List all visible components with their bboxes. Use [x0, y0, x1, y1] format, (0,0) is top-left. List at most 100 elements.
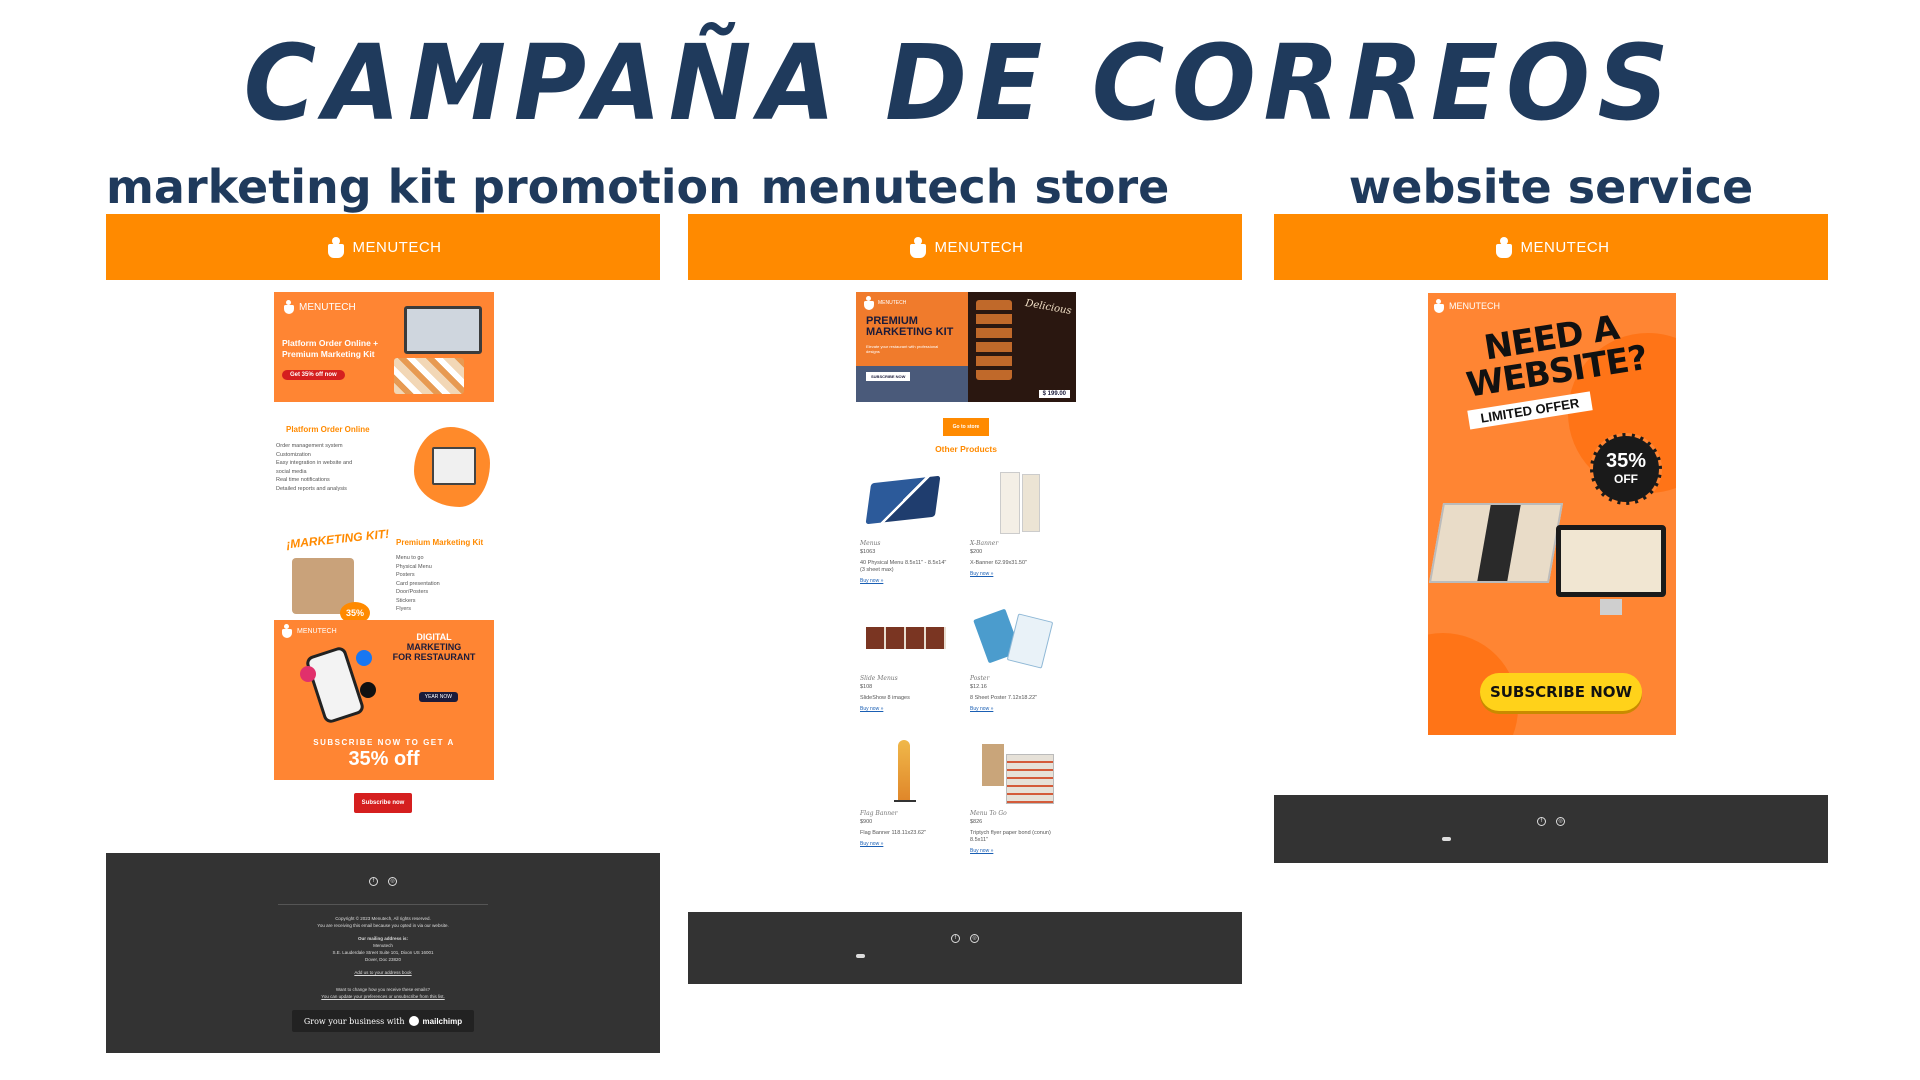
section-heading: Premium Marketing Kit: [396, 538, 484, 547]
product-image: [860, 740, 950, 804]
laptop-image: [404, 306, 482, 354]
product-desc: 8 Sheet Poster 7.12x18.22": [970, 695, 1038, 701]
buy-now-link[interactable]: Buy now »: [860, 706, 950, 712]
monitor-image: [1556, 525, 1666, 597]
list-item: Menu to go: [396, 555, 424, 561]
product-desc: 40 Physical Menu 8.5x11" - 8.5x14" (3 sh…: [860, 560, 947, 573]
year-now-button[interactable]: YEAR NOW: [418, 692, 458, 702]
product-name: Slide Menus: [860, 675, 898, 682]
instagram-icon[interactable]: ◎: [1556, 817, 1565, 826]
get-discount-button[interactable]: Get 35% off now: [282, 370, 345, 380]
banner-brand: MENUTECH: [862, 296, 906, 310]
marketing-kit-section: ¡MARKETING KIT! 35% Premium Marketing Ki…: [276, 527, 496, 630]
subscribe-now-button[interactable]: SUBSCRIBE NOW: [1480, 673, 1642, 711]
buy-now-link[interactable]: Buy now »: [860, 841, 950, 847]
discount-badge: 35% OFF: [1590, 433, 1662, 505]
list-item: Physical Menu: [396, 563, 432, 570]
product-price: $200: [970, 549, 983, 555]
premium-kit-banner: MENUTECH PREMIUM MARKETING KIT Elevate y…: [856, 292, 1076, 402]
product-image: [860, 605, 950, 669]
social-links: f ◎: [106, 853, 660, 886]
menutech-logo-icon: [907, 236, 929, 258]
facebook-icon[interactable]: f: [369, 877, 378, 886]
product-desc: SlideShow 8 images: [860, 695, 910, 701]
price-tag: $ 199.00: [1038, 390, 1070, 398]
update-preferences-link[interactable]: You can update your preferences or unsub…: [106, 993, 660, 1000]
buy-now-link[interactable]: Buy now »: [970, 706, 1060, 712]
product-price: $1063: [860, 549, 876, 555]
facebook-icon[interactable]: f: [1537, 817, 1546, 826]
subscribe-now-button[interactable]: SUBSCRIBE NOW: [866, 372, 911, 381]
product-card: Poster $12.16 8 Sheet Poster 7.12x18.22"…: [970, 605, 1060, 712]
email-footer: f ◎: [1274, 795, 1828, 863]
buy-now-link[interactable]: Buy now »: [970, 848, 1060, 854]
instagram-icon[interactable]: ◎: [970, 934, 979, 943]
brand-name: MENUTECH: [934, 238, 1024, 256]
product-image: [970, 605, 1060, 669]
premium-subtitle: Elevate your restaurant with professiona…: [866, 344, 939, 354]
product-price: $900: [860, 819, 873, 825]
email-marketing-kit: marketing kit promotion MENUTECH MENUTEC…: [106, 160, 741, 1053]
product-card: Menus $1063 40 Physical Menu 8.5x11" - 8…: [860, 470, 950, 584]
page-title: CAMPAÑA DE CORREOS: [243, 22, 1677, 144]
website-offer-poster: MENUTECH NEED A WEBSITE? LIMITED OFFER 3…: [1428, 293, 1676, 735]
other-products-heading: Other Products: [935, 444, 997, 454]
instagram-icon[interactable]: ◎: [388, 877, 397, 886]
product-desc: Flag Banner 118.11x23.62": [860, 830, 926, 836]
menutech-logo-icon: [282, 300, 296, 314]
hero-banner: MENUTECH Platform Order Online + Premium…: [274, 292, 494, 402]
email-footer: f ◎: [688, 912, 1242, 984]
buy-now-link[interactable]: Buy now »: [860, 578, 950, 584]
brand-header: MENUTECH: [1274, 214, 1828, 280]
facebook-icon: [356, 650, 372, 666]
column-title: marketing kit promotion: [106, 160, 741, 214]
email-menutech-store: menutech store MENUTECH MENUTECH PREMIUM…: [688, 160, 1242, 984]
product-price: $12.16: [970, 684, 987, 690]
subscribe-button[interactable]: Subscribe now: [354, 793, 412, 813]
laptop-splash-image: [414, 427, 490, 507]
footer-legal: Copyright © 2023 Menutech, All rights re…: [106, 915, 660, 1000]
menutech-logo-icon: [862, 296, 876, 310]
premium-title: PREMIUM MARKETING KIT: [866, 315, 954, 338]
column-title: website service: [1348, 160, 1754, 214]
digital-title: DIGITAL MARKETING FOR RESTAURANT: [392, 632, 476, 662]
product-name: X-Banner: [970, 540, 999, 547]
facebook-icon[interactable]: f: [951, 934, 960, 943]
menutech-logo-icon: [1493, 236, 1515, 258]
add-address-book-link[interactable]: Add us to your address book: [106, 969, 660, 976]
product-name: Flag Banner: [860, 810, 898, 817]
mailchimp-icon: [408, 1016, 419, 1026]
list-item: Door/Posters: [396, 589, 429, 595]
subscribe-tagline: SUBSCRIBE NOW TO GET A: [313, 738, 455, 747]
digital-marketing-banner: MENUTECH DIGITAL MARKETING FOR RESTAURAN…: [274, 620, 494, 780]
menu-laptop-image: [1428, 503, 1564, 583]
go-to-store-button[interactable]: Go to store: [943, 418, 989, 436]
banner-brand: MENUTECH: [280, 624, 337, 638]
buy-now-link[interactable]: Buy now »: [970, 571, 1060, 577]
email-footer: f ◎ Copyright © 2023 Menutech, All right…: [106, 853, 660, 1053]
email-website-service: website service MENUTECH MENUTECH NEED A…: [1274, 160, 1828, 863]
footer-small-button[interactable]: [1442, 837, 1451, 841]
brand-name: MENUTECH: [352, 238, 442, 256]
menutech-logo-icon: [325, 236, 347, 258]
product-desc: Triptych flyer paper bond (conun) 8.5x11…: [970, 830, 1051, 843]
product-image: [970, 740, 1060, 804]
tiktok-icon: [360, 682, 376, 698]
list-item: Stickers: [396, 597, 416, 604]
footer-small-button[interactable]: [856, 954, 865, 958]
marketing-materials-image: [394, 358, 464, 394]
product-image: [860, 470, 950, 534]
social-links: f ◎: [1274, 795, 1828, 826]
mailchimp-referral-button[interactable]: Grow your business with mailchimp: [291, 1010, 475, 1032]
product-card: Menu To Go $826 Triptych flyer paper bon…: [970, 740, 1060, 854]
menutech-logo-icon: [1432, 299, 1446, 313]
hero-headline: Platform Order Online + Premium Marketin…: [282, 338, 379, 359]
product-desc: X-Banner 62.99x31.50": [970, 560, 1027, 566]
column-title: menutech store: [760, 160, 1170, 214]
platform-section: Platform Order Online Order management s…: [276, 425, 496, 515]
script-word: Delicious: [1024, 298, 1073, 317]
menutech-logo-icon: [280, 624, 294, 638]
brand-header: MENUTECH: [106, 214, 660, 280]
brand-name: MENUTECH: [1520, 238, 1610, 256]
kit-list: Menu to go Physical Menu Posters Card pr…: [396, 554, 440, 614]
